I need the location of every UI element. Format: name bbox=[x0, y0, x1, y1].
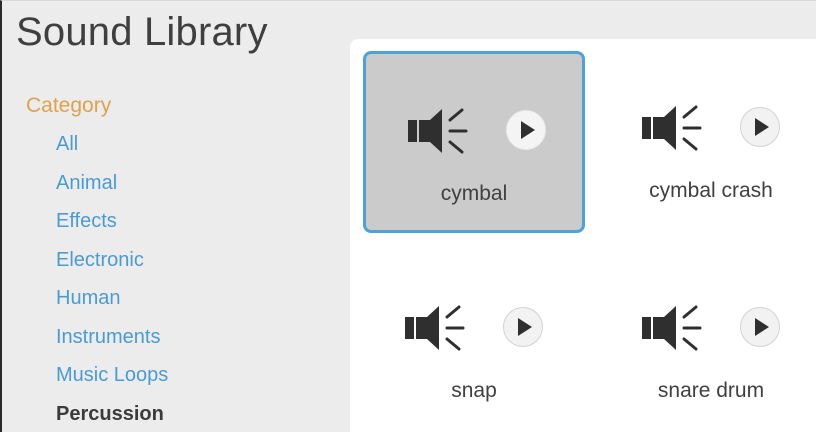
category-item-all[interactable]: All bbox=[56, 125, 326, 164]
sound-label: cymbal crash bbox=[649, 179, 773, 202]
category-item-human[interactable]: Human bbox=[56, 279, 326, 318]
category-heading: Category bbox=[26, 94, 112, 117]
sound-library-window: Sound Library Category All Animal Effect… bbox=[0, 0, 816, 432]
category-item-electronic[interactable]: Electronic bbox=[56, 241, 326, 280]
play-icon bbox=[518, 318, 532, 336]
category-item-effects[interactable]: Effects bbox=[56, 202, 326, 241]
speaker-icon bbox=[408, 108, 468, 154]
sound-tile-snare-drum[interactable]: snare drum bbox=[600, 251, 816, 432]
play-button[interactable] bbox=[503, 307, 543, 347]
category-item-animal[interactable]: Animal bbox=[56, 164, 326, 203]
sound-label: cymbal bbox=[440, 182, 508, 205]
category-list: All Animal Effects Electronic Human Inst… bbox=[26, 125, 326, 432]
play-icon bbox=[755, 318, 769, 336]
speaker-icon bbox=[405, 305, 465, 351]
sound-grid: cymbal cymbal crash snap snare drum bbox=[350, 39, 816, 432]
play-button[interactable] bbox=[740, 307, 780, 347]
page-title: Sound Library bbox=[16, 10, 268, 54]
sound-label: snare drum bbox=[657, 379, 765, 402]
play-icon bbox=[521, 121, 535, 139]
sound-tile-snap[interactable]: snap bbox=[363, 251, 585, 432]
category-item-music-loops[interactable]: Music Loops bbox=[56, 356, 326, 395]
sound-tile-cymbal[interactable]: cymbal bbox=[363, 51, 585, 233]
sound-tile-cymbal-crash[interactable]: cymbal crash bbox=[600, 51, 816, 233]
speaker-icon bbox=[642, 305, 702, 351]
category-item-instruments[interactable]: Instruments bbox=[56, 318, 326, 357]
play-button[interactable] bbox=[740, 107, 780, 147]
play-button[interactable] bbox=[506, 110, 546, 150]
play-icon bbox=[755, 118, 769, 136]
speaker-icon bbox=[642, 105, 702, 151]
sound-label: snap bbox=[451, 379, 497, 402]
category-item-percussion[interactable]: Percussion bbox=[56, 395, 326, 432]
category-sidebar: Category All Animal Effects Electronic H… bbox=[26, 93, 326, 432]
